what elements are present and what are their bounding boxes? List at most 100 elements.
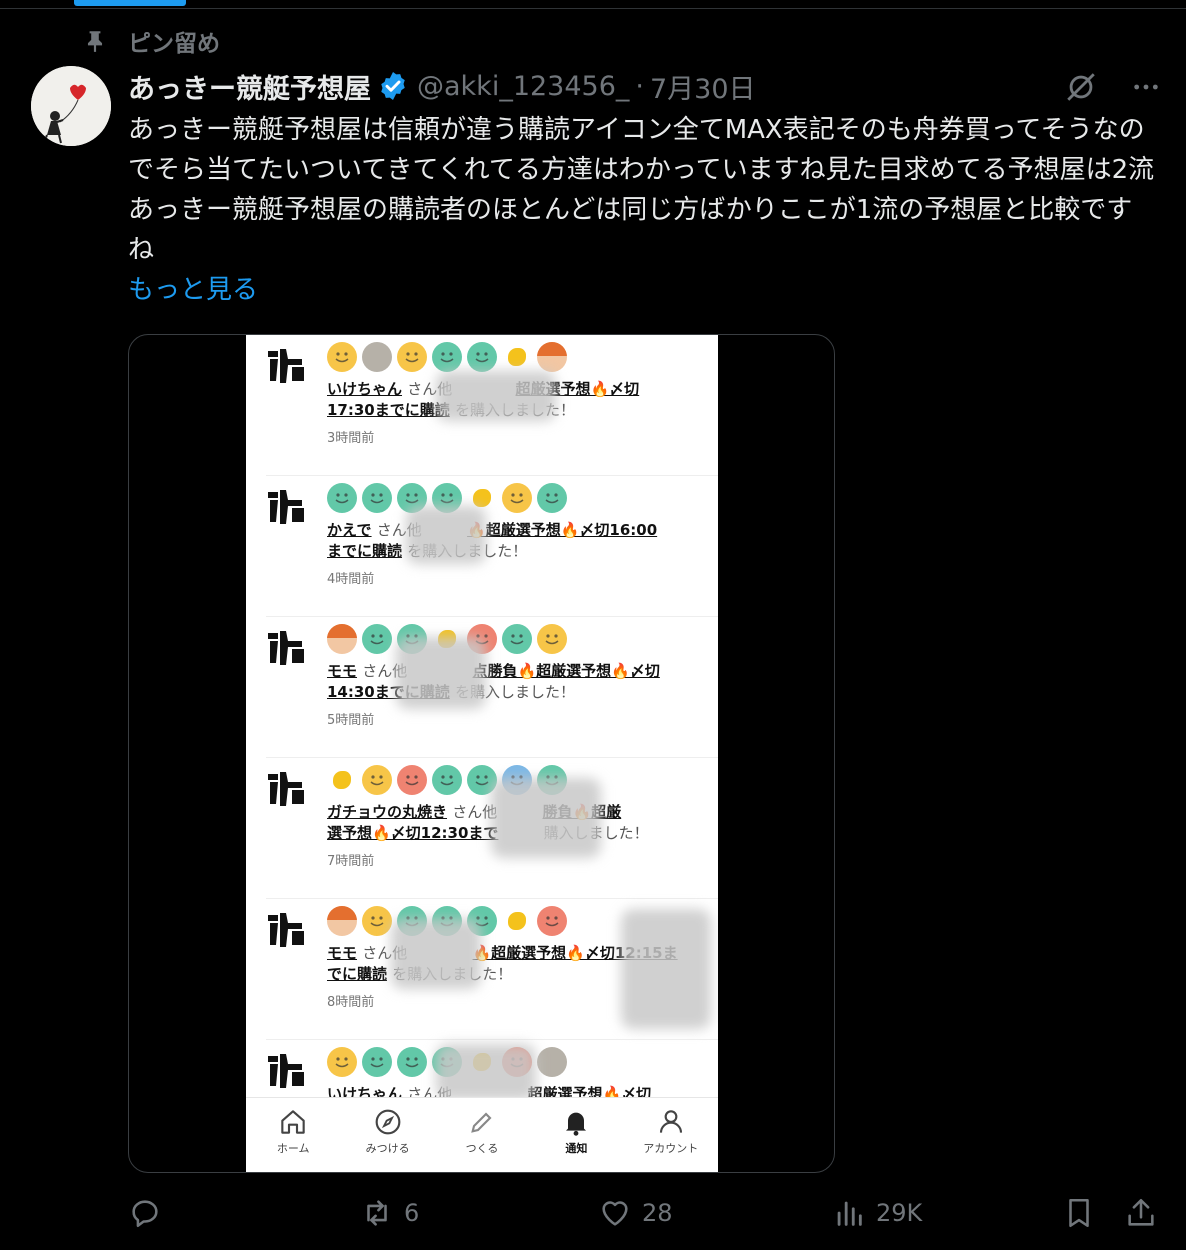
supporter-avatar	[537, 624, 567, 654]
brush-logo-icon	[268, 349, 304, 383]
share-icon	[1128, 1198, 1154, 1226]
views-button[interactable]: 29K	[832, 1196, 922, 1230]
heart-icon	[602, 1201, 628, 1226]
tweet-media[interactable]: いけちゃん さん他 超厳選予想🔥〆切 17:30までに購読 を購入しました！ 3…	[128, 334, 835, 1173]
supporter-avatar	[327, 624, 357, 654]
pinned-label: ピン留め	[128, 31, 220, 57]
more-options-icon[interactable]	[1130, 71, 1162, 103]
notification-row: ガチョウの丸焼き さん他 勝負🔥超厳 選予想🔥〆切12:30まで 購入しました！…	[246, 758, 718, 899]
retweet-count: 6	[404, 1199, 420, 1227]
supporter-avatar	[327, 483, 357, 513]
bookmark-icon	[1069, 1198, 1089, 1228]
header-actions	[1064, 70, 1162, 104]
grok-icon[interactable]	[1064, 70, 1098, 104]
supporter-avatar	[362, 1047, 392, 1077]
blur-mask	[436, 371, 556, 421]
supporter-avatar	[467, 342, 497, 372]
supporter-avatar	[502, 906, 532, 936]
compass-icon	[375, 1109, 400, 1135]
pin-icon	[87, 31, 103, 52]
supporter-avatar	[362, 765, 392, 795]
tweet-text: あっきー競艇予想屋は信頼が違う購読アイコン全てMAX表記そのも舟券買ってそうなの…	[128, 115, 1155, 265]
tweet-header: あっきー競艇予想屋 @akki_123456_ · 7月30日	[128, 66, 756, 106]
pencil-icon	[471, 1112, 492, 1133]
blur-mask	[391, 919, 481, 989]
tab-create[interactable]: つくる	[442, 1106, 522, 1156]
brush-logo-icon	[268, 913, 304, 947]
supporter-avatar	[397, 1047, 427, 1077]
supporter-avatar	[397, 765, 427, 795]
supporter-avatar	[327, 1047, 357, 1077]
notification-row: かえで さん他 🔥超厳選予想🔥〆切16:00 までに購読 を購入しました！ 4時…	[246, 476, 718, 617]
tab-home[interactable]: ホーム	[253, 1106, 333, 1156]
supporter-avatar	[432, 342, 462, 372]
tab-account[interactable]: アカウント	[631, 1106, 711, 1156]
active-tab-indicator	[74, 0, 186, 6]
blur-mask	[621, 909, 711, 1029]
retweet-icon	[367, 1200, 387, 1226]
notification-time: 7時間前	[327, 854, 375, 869]
brush-logo-icon	[268, 1054, 304, 1088]
supporter-avatar	[362, 906, 392, 936]
supporter-avatar	[432, 765, 462, 795]
pinned-indicator: ピン留め	[82, 26, 220, 57]
supporter-avatar	[537, 906, 567, 936]
retweet-button[interactable]: 6	[360, 1196, 419, 1230]
supporter-avatar	[502, 483, 532, 513]
supporter-avatar	[397, 342, 427, 372]
share-button[interactable]	[1124, 1196, 1168, 1230]
view-count: 29K	[876, 1199, 923, 1227]
supporter-avatar	[362, 483, 392, 513]
notification-time: 3時間前	[327, 431, 375, 446]
notification-row: モモ さん他 🔥超厳選予想🔥〆切12:15ま でに購読 を購入しました！ 8時間…	[246, 899, 718, 1040]
notification-time: 8時間前	[327, 995, 375, 1010]
notification-row: モモ さん他 点勝負🔥超厳選予想🔥〆切 14:30までに購読 を購入しました！ …	[246, 617, 718, 758]
author-name[interactable]: あっきー競艇予想屋	[128, 67, 371, 106]
supporter-avatar	[327, 342, 357, 372]
notification-time: 4時間前	[327, 572, 375, 587]
brush-logo-icon	[268, 631, 304, 665]
author-handle[interactable]: @akki_123456_	[417, 71, 629, 102]
supporter-avatar	[502, 624, 532, 654]
blur-mask	[396, 637, 486, 709]
tab-discover[interactable]: みつける	[348, 1106, 428, 1156]
supporter-avatar	[327, 906, 357, 936]
supporter-avatar	[537, 483, 567, 513]
bookmark-button[interactable]	[1062, 1196, 1106, 1230]
embedded-screenshot: いけちゃん さん他 超厳選予想🔥〆切 17:30までに購読 を購入しました！ 3…	[246, 335, 718, 1172]
reply-icon	[132, 1200, 158, 1228]
separator-dot: ·	[635, 70, 644, 102]
supporter-avatar	[327, 765, 357, 795]
supporter-avatar	[502, 342, 532, 372]
brush-logo-icon	[268, 490, 304, 524]
person-icon	[659, 1110, 682, 1133]
supporter-avatars	[327, 342, 572, 374]
notification-row: いけちゃん さん他 超厳選予想🔥〆切 17:30までに購読 を購入しました！ 3…	[246, 335, 718, 476]
author-avatar[interactable]	[31, 66, 111, 146]
bell-icon	[566, 1112, 587, 1136]
balloon-girl-icon	[31, 66, 111, 146]
top-divider	[0, 0, 1186, 9]
supporter-avatar	[537, 342, 567, 372]
tweet-actions: 6 28 29K	[128, 1196, 1168, 1240]
supporter-avatar	[362, 624, 392, 654]
show-more-link[interactable]: もっと見る	[128, 270, 258, 310]
tab-notifications[interactable]: 通知	[536, 1106, 616, 1156]
app-tab-bar: ホーム みつける つくる 通知 アカウント	[246, 1097, 718, 1172]
supporter-avatar	[362, 342, 392, 372]
notification-text: かえで さん他 🔥超厳選予想🔥〆切16:00 までに購読 を購入しました！	[327, 521, 658, 560]
blur-mask	[406, 506, 486, 564]
home-icon	[281, 1110, 305, 1134]
views-chart-icon	[837, 1201, 862, 1226]
brush-logo-icon	[268, 772, 304, 806]
verified-badge-icon[interactable]	[377, 70, 409, 102]
tweet-date[interactable]: 7月30日	[650, 67, 756, 106]
blur-mask	[436, 1044, 536, 1100]
notification-text: モモ さん他 点勝負🔥超厳選予想🔥〆切 14:30までに購読 を購入しました！	[327, 662, 660, 701]
notification-time: 5時間前	[327, 713, 375, 728]
like-button[interactable]: 28	[598, 1196, 673, 1230]
reply-button[interactable]	[128, 1196, 172, 1230]
blur-mask	[491, 778, 601, 858]
supporter-avatar	[537, 1047, 567, 1077]
like-count: 28	[642, 1199, 673, 1227]
